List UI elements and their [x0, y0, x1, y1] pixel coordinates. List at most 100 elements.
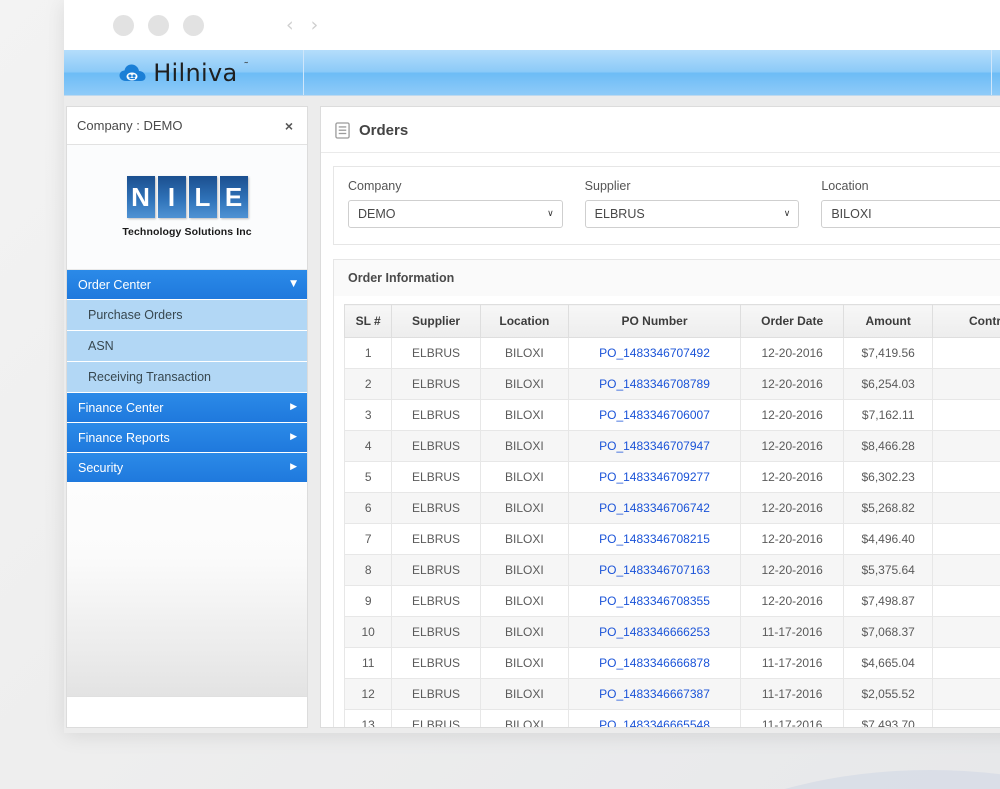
- sidebar-item-asn[interactable]: ASN: [67, 331, 307, 362]
- po-number-link[interactable]: PO_1483346707492: [599, 346, 710, 360]
- cell-contract-number: [932, 616, 1000, 648]
- app-header-spacer: [304, 50, 992, 95]
- column-header-po-number[interactable]: PO Number: [568, 304, 741, 338]
- cell-po-number[interactable]: PO_1483346708789: [568, 368, 741, 400]
- sidebar-item-security[interactable]: Security ▶: [67, 453, 307, 483]
- table-row[interactable]: 13 ELBRUS BILOXI PO_1483346665548 11-17-2016…: [343, 709, 1000, 727]
- company-bar: Company : DEMO ×: [67, 107, 307, 145]
- cell-po-number[interactable]: PO_1483346708355: [568, 585, 741, 617]
- po-number-link[interactable]: PO_1483346708789: [599, 377, 710, 391]
- po-number-link[interactable]: PO_1483346707947: [599, 439, 710, 453]
- sidebar-item-label: Security: [78, 460, 124, 475]
- column-header-amount[interactable]: Amount: [843, 304, 934, 338]
- home-button[interactable]: [992, 50, 1000, 95]
- browser-window: ‹ › Hilniva ˜ Company: DEMO × N I L E T…: [64, 0, 1000, 733]
- sidebar-item-receiving-transaction[interactable]: Receiving Transaction: [67, 362, 307, 393]
- po-number-link[interactable]: PO_1483346706742: [599, 501, 710, 515]
- cell-po-number[interactable]: PO_1483346666253: [568, 616, 741, 648]
- cell-po-number[interactable]: PO_1483346707163: [568, 554, 741, 586]
- cell-contract-number: [932, 678, 1000, 710]
- filter-supplier-label: Supplier: [584, 179, 631, 193]
- po-number-link[interactable]: PO_1483346666878: [599, 656, 710, 670]
- table-row[interactable]: 6 ELBRUS BILOXI PO_1483346706742 12-20-2016 $…: [343, 492, 1000, 524]
- supplier-select[interactable]: ELBRUS ∨: [584, 200, 800, 228]
- cell-supplier: ELBRUS: [391, 616, 481, 648]
- cell-po-number[interactable]: PO_1483346708215: [568, 523, 741, 555]
- table-row[interactable]: 4 ELBRUS BILOXI PO_1483346707947 12-20-2016 $…: [343, 430, 1000, 462]
- cell-po-number[interactable]: PO_1483346665548: [568, 709, 741, 727]
- cell-location: BILOXI: [479, 585, 570, 617]
- company-select[interactable]: DEMO ∨: [348, 200, 563, 228]
- column-header-location[interactable]: Location: [479, 304, 570, 338]
- sidebar-item-order-center[interactable]: Order Center ▼: [67, 270, 307, 300]
- orders-table-head: SL # Supplier Location PO Number Order D…: [343, 304, 1000, 338]
- close-icon[interactable]: ×: [285, 119, 293, 133]
- cell-contract-number: [932, 523, 1000, 555]
- cell-supplier: ELBRUS: [391, 461, 481, 493]
- cell-po-number[interactable]: PO_1483346707947: [568, 430, 741, 462]
- brand-name: Hilniva: [153, 58, 238, 87]
- cell-contract-number: [932, 399, 1000, 431]
- cell-location: BILOXI: [479, 616, 570, 648]
- location-select[interactable]: BILOXI ∨: [821, 200, 1000, 228]
- po-number-link[interactable]: PO_1483346665548: [599, 718, 710, 727]
- sidebar-filler: [67, 483, 307, 697]
- cell-location: BILOXI: [479, 492, 570, 524]
- cell-po-number[interactable]: PO_1483346667387: [568, 678, 741, 710]
- table-row[interactable]: 1 ELBRUS BILOXI PO_1483346707492 12-20-2016 $…: [343, 337, 1000, 369]
- cell-contract-number: [932, 337, 1000, 369]
- cell-order-date: 12-20-2016: [739, 399, 845, 431]
- sidebar-item-purchase-orders[interactable]: Purchase Orders: [67, 300, 307, 331]
- supplier-select-value: ELBRUS: [594, 207, 645, 221]
- cell-location: BILOXI: [479, 399, 570, 431]
- po-number-link[interactable]: PO_1483346708215: [599, 532, 710, 546]
- forward-arrow-icon[interactable]: ›: [311, 15, 319, 35]
- cell-location: BILOXI: [479, 709, 570, 727]
- cell-po-number[interactable]: PO_1483346707492: [568, 337, 741, 369]
- column-header-order-date[interactable]: Order Date: [739, 304, 845, 338]
- cell-amount: $4,496.40: [843, 523, 934, 555]
- app-body: Company : DEMO × N I L E Technology Solu…: [64, 96, 1000, 733]
- document-icon: [335, 122, 350, 139]
- company-tagline: Technology Solutions Inc: [122, 226, 252, 238]
- cell-supplier: ELBRUS: [391, 368, 481, 400]
- table-row[interactable]: 9 ELBRUS BILOXI PO_1483346708355 12-20-2016 $…: [343, 585, 1000, 617]
- table-row[interactable]: 10 ELBRUS BILOXI PO_1483346666253 11-17-2016…: [343, 616, 1000, 648]
- cell-contract-number: [932, 554, 1000, 586]
- sidebar-item-finance-reports[interactable]: Finance Reports ▶: [67, 423, 307, 453]
- window-maximize-dot[interactable]: [183, 14, 204, 36]
- sidebar-menu: Order Center ▼ Purchase Orders ASN Recei…: [67, 270, 307, 483]
- cell-sl: 1: [343, 337, 393, 369]
- cell-order-date: 12-20-2016: [739, 585, 845, 617]
- table-row[interactable]: 5 ELBRUS BILOXI PO_1483346709277 12-20-2016 $…: [343, 461, 1000, 493]
- po-number-link[interactable]: PO_1483346666253: [599, 625, 710, 639]
- cell-po-number[interactable]: PO_1483346706007: [568, 399, 741, 431]
- cell-po-number[interactable]: PO_1483346706742: [568, 492, 741, 524]
- filter-company-label: Company: [348, 179, 402, 193]
- po-number-link[interactable]: PO_1483346707163: [599, 563, 710, 577]
- column-header-sl[interactable]: SL #: [343, 304, 393, 338]
- chevron-right-icon: ▶: [290, 432, 297, 442]
- window-controls: [113, 14, 204, 36]
- cell-po-number[interactable]: PO_1483346709277: [568, 461, 741, 493]
- po-number-link[interactable]: PO_1483346667387: [599, 687, 710, 701]
- cell-contract-number: [932, 709, 1000, 727]
- column-header-contract-number[interactable]: Contract Number: [932, 304, 1000, 338]
- cell-po-number[interactable]: PO_1483346666878: [568, 647, 741, 679]
- table-row[interactable]: 2 ELBRUS BILOXI PO_1483346708789 12-20-2016 $…: [343, 368, 1000, 400]
- table-row[interactable]: 12 ELBRUS BILOXI PO_1483346667387 11-17-2016…: [343, 678, 1000, 710]
- window-close-dot[interactable]: [113, 14, 134, 36]
- sidebar-item-finance-center[interactable]: Finance Center ▶: [67, 393, 307, 423]
- po-number-link[interactable]: PO_1483346706007: [599, 408, 710, 422]
- table-row[interactable]: 7 ELBRUS BILOXI PO_1483346708215 12-20-2016 $…: [343, 523, 1000, 555]
- table-row[interactable]: 8 ELBRUS BILOXI PO_1483346707163 12-20-2016 $…: [343, 554, 1000, 586]
- po-number-link[interactable]: PO_1483346708355: [599, 594, 710, 608]
- table-row[interactable]: 11 ELBRUS BILOXI PO_1483346666878 11-17-2016…: [343, 647, 1000, 679]
- window-minimize-dot[interactable]: [148, 14, 169, 36]
- column-header-supplier[interactable]: Supplier: [391, 304, 481, 338]
- cell-location: BILOXI: [479, 368, 570, 400]
- table-row[interactable]: 3 ELBRUS BILOXI PO_1483346706007 12-20-2016 $…: [343, 399, 1000, 431]
- po-number-link[interactable]: PO_1483346709277: [599, 470, 710, 484]
- back-arrow-icon[interactable]: ‹: [286, 15, 294, 35]
- brand-cell[interactable]: Hilniva ˜: [64, 50, 304, 95]
